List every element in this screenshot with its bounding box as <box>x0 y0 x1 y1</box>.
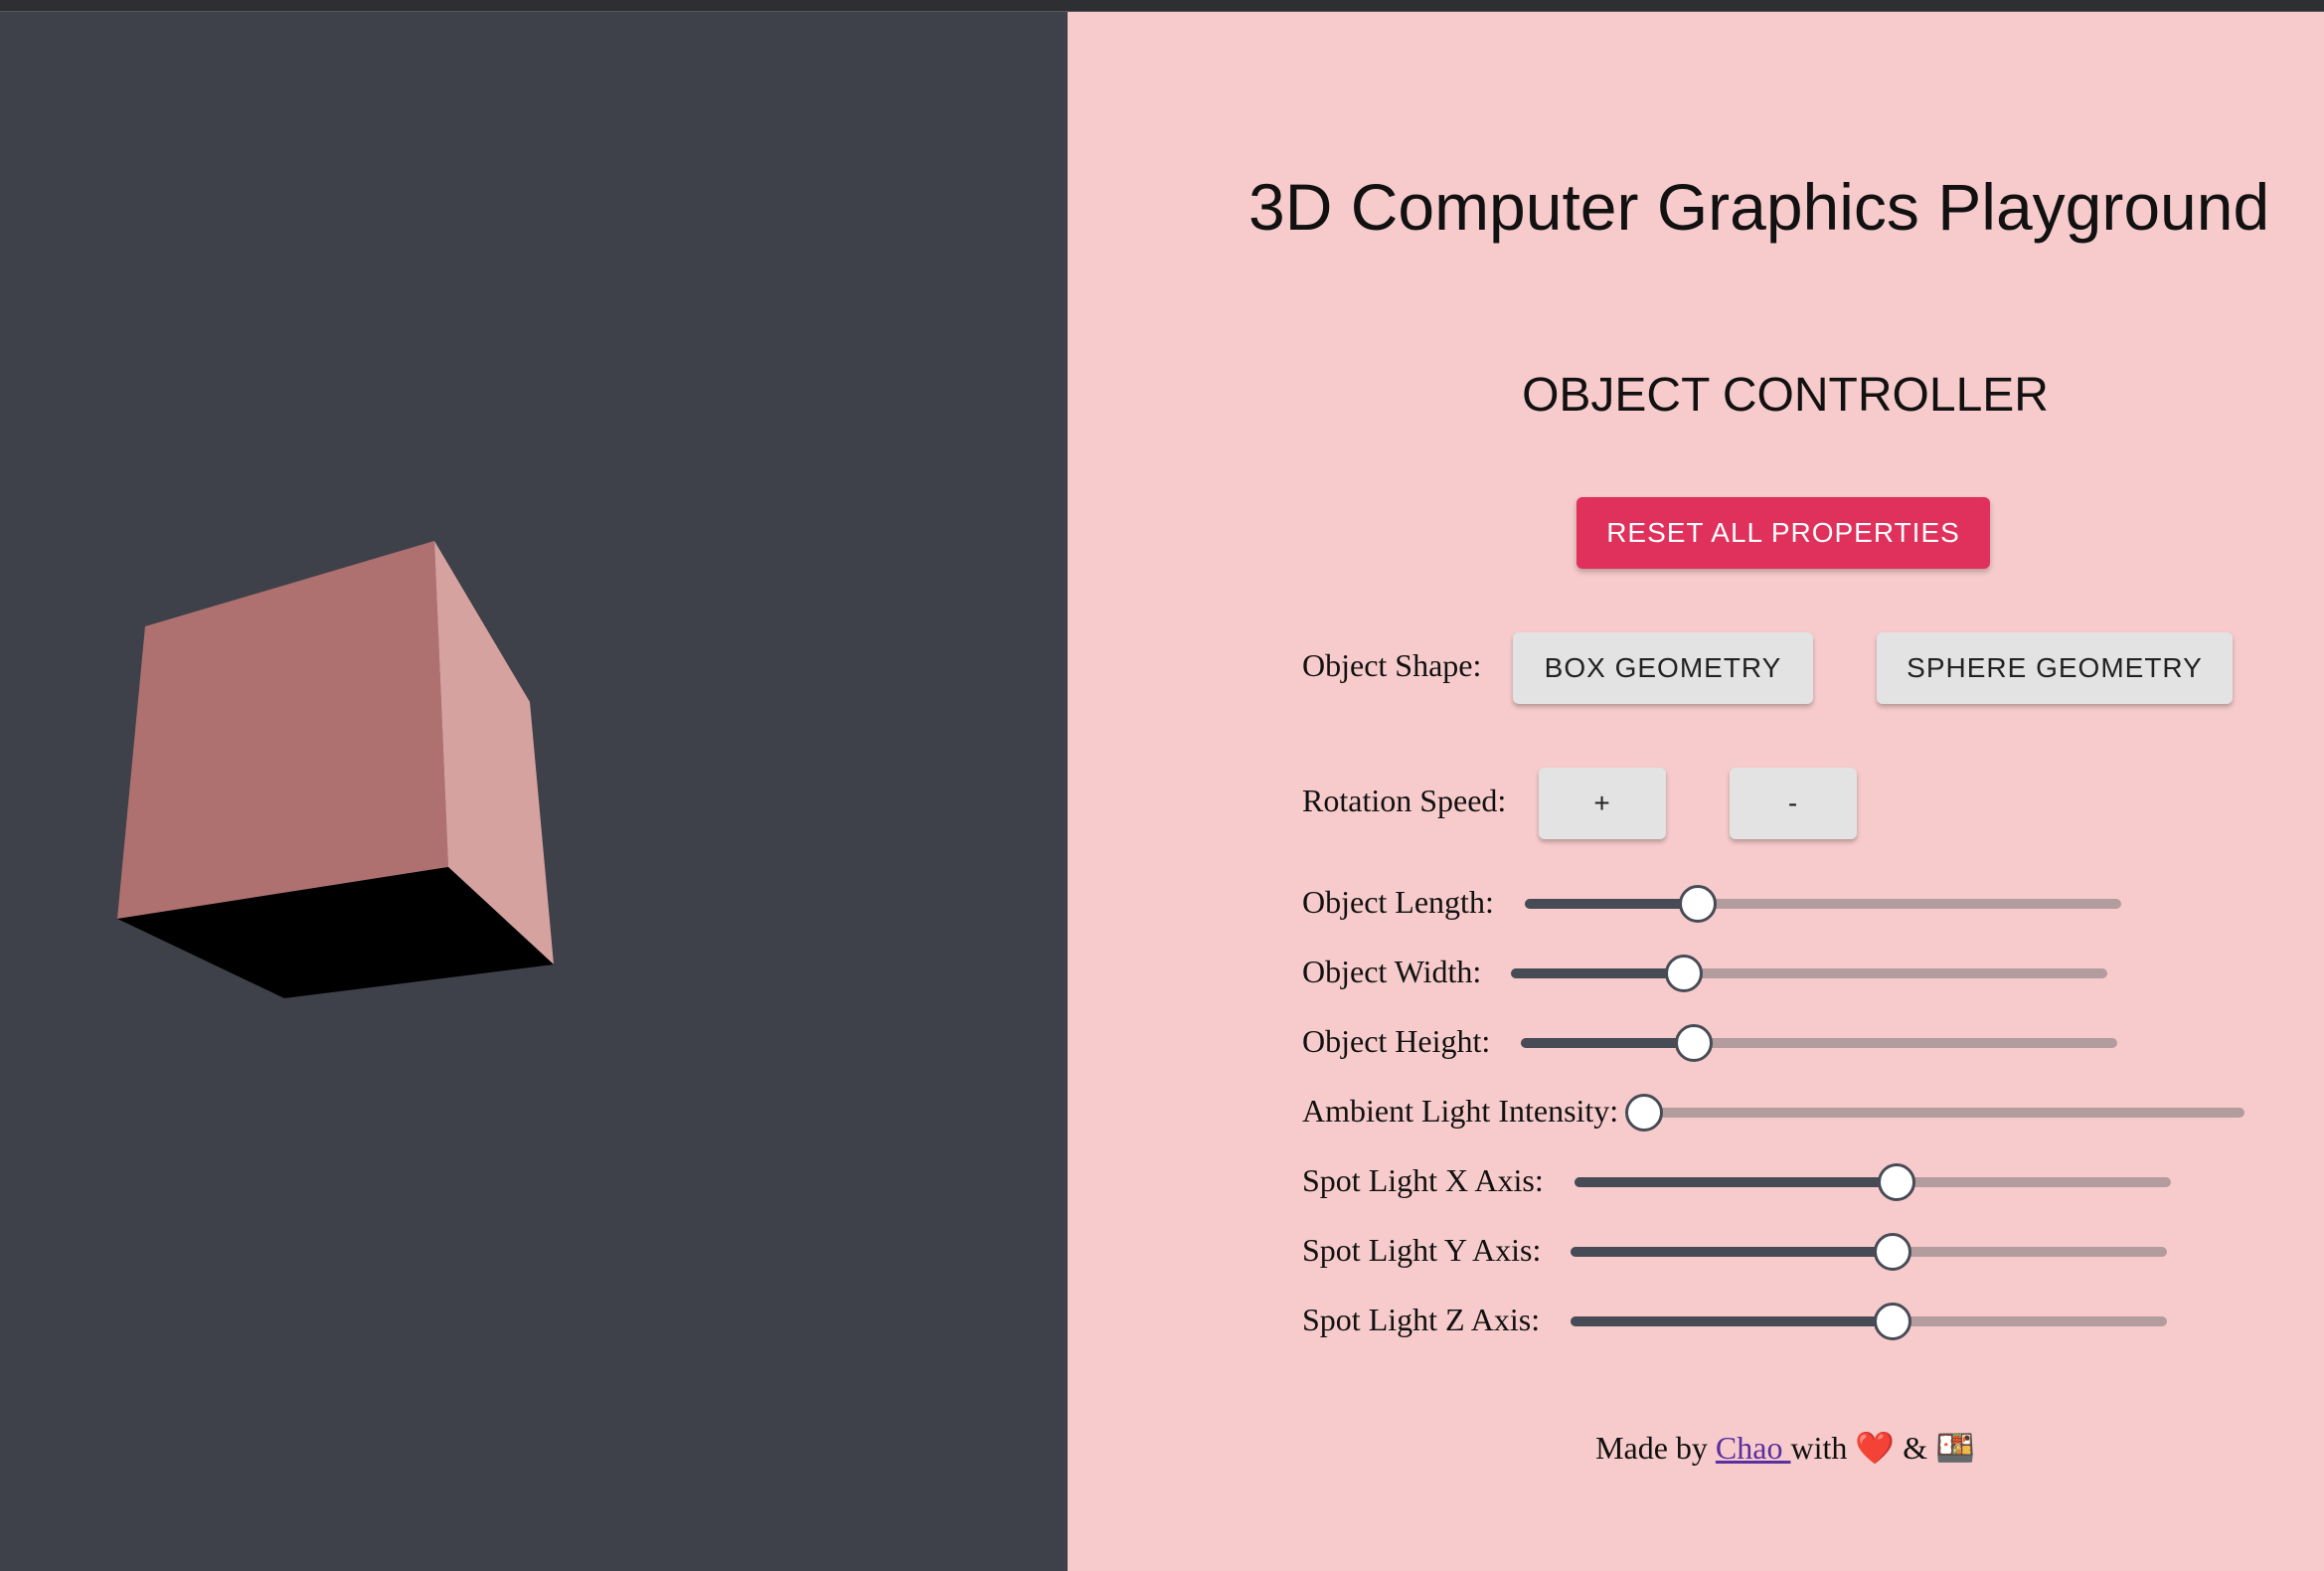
page-title: 3D Computer Graphics Playground <box>1248 170 2270 244</box>
slider-thumb[interactable] <box>1665 955 1703 992</box>
spot-light-y-axis-slider[interactable] <box>1571 1232 2167 1272</box>
spot-light-z-axis-label: Spot Light Z Axis: <box>1302 1302 1541 1337</box>
object-shape-label: Object Shape: <box>1302 647 1482 683</box>
slider-track <box>1571 1316 1893 1326</box>
box-geometry-button[interactable]: BOX GEOMETRY <box>1513 632 1813 704</box>
cube-front-face <box>117 541 448 919</box>
browser-top-bar <box>0 0 2324 12</box>
slider-thumb[interactable] <box>1679 885 1717 923</box>
ambient-light-intensity-label: Ambient Light Intensity: <box>1302 1093 1619 1129</box>
footer-credit: Made by Chao with ❤️ & 🍱 <box>1068 1429 2324 1467</box>
slider-track <box>1521 1038 1694 1048</box>
rotation-increase-button[interactable]: + <box>1539 768 1666 839</box>
slider-track <box>1525 899 1698 909</box>
slider-track <box>1575 1177 1897 1187</box>
author-link[interactable]: Chao <box>1716 1430 1791 1466</box>
3d-scene <box>117 541 554 998</box>
rotation-speed-label: Rotation Speed: <box>1302 783 1507 818</box>
spot-light-y-axis-label: Spot Light Y Axis: <box>1302 1232 1542 1268</box>
spot-light-z-axis-slider[interactable] <box>1571 1302 2167 1341</box>
slider-thumb[interactable] <box>1878 1163 1915 1201</box>
bento-box-icon: 🍱 <box>1935 1430 1975 1466</box>
slider-thumb[interactable] <box>1874 1233 1911 1271</box>
slider-thumb[interactable] <box>1675 1024 1713 1062</box>
slider-rail <box>1644 1108 2244 1118</box>
control-panel: 3D Computer Graphics Playground OBJECT C… <box>1068 12 2324 1571</box>
3d-viewport-canvas[interactable] <box>0 12 1068 1571</box>
object-height-label: Object Height: <box>1302 1023 1491 1059</box>
footer-with-text: with <box>1790 1430 1848 1466</box>
controller-heading: OBJECT CONTROLLER <box>1522 369 2049 422</box>
slider-thumb[interactable] <box>1625 1094 1663 1132</box>
heart-icon: ❤️ <box>1855 1430 1896 1466</box>
footer-made-by-text: Made by <box>1595 1430 1708 1466</box>
reset-all-properties-button[interactable]: RESET ALL PROPERTIES <box>1577 497 1990 569</box>
slider-track <box>1511 968 1684 978</box>
slider-track <box>1571 1247 1893 1257</box>
spot-light-x-axis-slider[interactable] <box>1575 1162 2171 1202</box>
ambient-light-intensity-slider[interactable] <box>1625 1093 2244 1133</box>
object-height-slider[interactable] <box>1521 1023 2117 1063</box>
object-length-label: Object Length: <box>1302 884 1494 920</box>
rotation-decrease-button[interactable]: - <box>1730 768 1857 839</box>
slider-thumb[interactable] <box>1874 1303 1911 1340</box>
object-length-slider[interactable] <box>1525 884 2121 924</box>
ampersand-text: & <box>1903 1430 1928 1466</box>
object-width-slider[interactable] <box>1511 954 2107 993</box>
object-width-label: Object Width: <box>1302 954 1482 989</box>
sphere-geometry-button[interactable]: SPHERE GEOMETRY <box>1877 632 2233 704</box>
spot-light-x-axis-label: Spot Light X Axis: <box>1302 1162 1544 1198</box>
